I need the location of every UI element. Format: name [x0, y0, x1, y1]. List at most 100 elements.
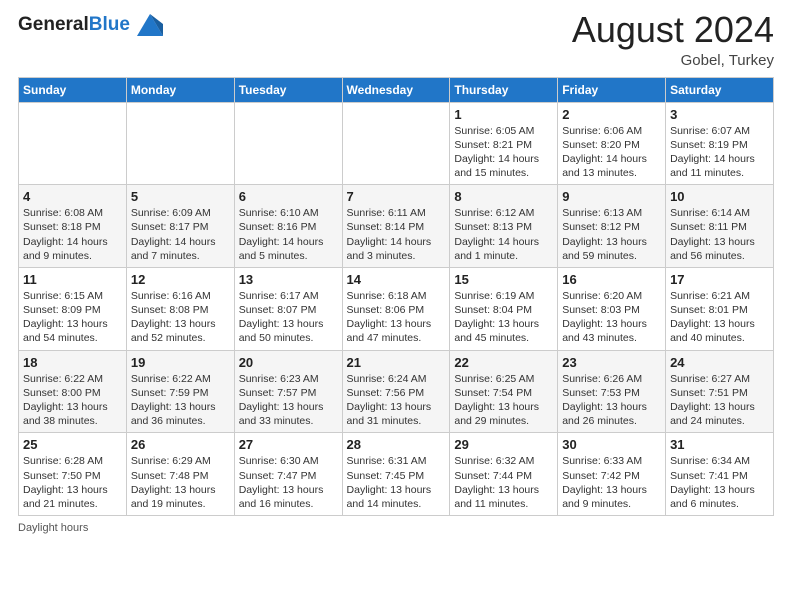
logo-general: General [18, 14, 89, 35]
calendar-cell: 10Sunrise: 6:14 AMSunset: 8:11 PMDayligh… [666, 185, 774, 268]
day-number: 25 [23, 437, 122, 452]
calendar-cell: 11Sunrise: 6:15 AMSunset: 8:09 PMDayligh… [19, 267, 127, 350]
calendar-header: SundayMondayTuesdayWednesdayThursdayFrid… [19, 77, 774, 102]
calendar: SundayMondayTuesdayWednesdayThursdayFrid… [18, 77, 774, 516]
header: GeneralBlue August 2024 Gobel, Turkey [18, 10, 774, 69]
day-info: Sunrise: 6:24 AMSunset: 7:56 PMDaylight:… [347, 372, 446, 429]
calendar-cell: 26 Sunrise: 6:29 AMSunset: 7:48 PMDayligh… [126, 433, 234, 516]
week-row-4: 18 Sunrise: 6:22 AMSunset: 8:00 PMDayligh… [19, 350, 774, 433]
day-header-friday: Friday [558, 77, 666, 102]
day-info: Sunrise: 6:25 AMSunset: 7:54 PMDaylight:… [454, 372, 553, 429]
day-info: Sunrise: 6:07 AMSunset: 8:19 PMDaylight:… [670, 124, 769, 181]
day-info: Sunrise: 6:11 AMSunset: 8:14 PMDaylight:… [347, 206, 446, 263]
calendar-cell [126, 102, 234, 185]
month-year: August 2024 [572, 10, 774, 50]
calendar-cell [342, 102, 450, 185]
day-number: 1 [454, 107, 553, 122]
calendar-cell: 6Sunrise: 6:10 AMSunset: 8:16 PMDaylight… [234, 185, 342, 268]
footer-note: Daylight hours [18, 522, 774, 534]
day-info: Sunrise: 6:34 AMSunset: 7:41 PMDaylight:… [670, 454, 769, 511]
calendar-cell: 27Sunrise: 6:30 AMSunset: 7:47 PMDayligh… [234, 433, 342, 516]
day-header-sunday: Sunday [19, 77, 127, 102]
day-number: 21 [347, 355, 446, 370]
calendar-cell: 3 Sunrise: 6:07 AMSunset: 8:19 PMDaylight… [666, 102, 774, 185]
week-row-5: 25 Sunrise: 6:28 AMSunset: 7:50 PMDayligh… [19, 433, 774, 516]
day-info: Sunrise: 6:21 AMSunset: 8:01 PMDaylight:… [670, 289, 769, 346]
day-info: Sunrise: 6:32 AMSunset: 7:44 PMDaylight:… [454, 454, 553, 511]
calendar-cell: 16 Sunrise: 6:20 AMSunset: 8:03 PMDayligh… [558, 267, 666, 350]
day-number: 16 [562, 272, 661, 287]
day-info: Sunrise: 6:18 AMSunset: 8:06 PMDaylight:… [347, 289, 446, 346]
calendar-cell: 15Sunrise: 6:19 AMSunset: 8:04 PMDayligh… [450, 267, 558, 350]
calendar-cell: 7 Sunrise: 6:11 AMSunset: 8:14 PMDaylight… [342, 185, 450, 268]
day-number: 27 [239, 437, 338, 452]
page: GeneralBlue August 2024 Gobel, Turkey Su… [0, 0, 792, 612]
calendar-cell: 2 Sunrise: 6:06 AMSunset: 8:20 PMDaylight… [558, 102, 666, 185]
day-info: Sunrise: 6:29 AMSunset: 7:48 PMDaylight:… [131, 454, 230, 511]
day-number: 14 [347, 272, 446, 287]
day-number: 31 [670, 437, 769, 452]
day-info: Sunrise: 6:05 AMSunset: 8:21 PMDaylight:… [454, 124, 553, 181]
calendar-cell: 31 Sunrise: 6:34 AMSunset: 7:41 PMDayligh… [666, 433, 774, 516]
day-info: Sunrise: 6:27 AMSunset: 7:51 PMDaylight:… [670, 372, 769, 429]
calendar-cell: 28Sunrise: 6:31 AMSunset: 7:45 PMDayligh… [342, 433, 450, 516]
day-number: 23 [562, 355, 661, 370]
day-number: 6 [239, 189, 338, 204]
day-number: 5 [131, 189, 230, 204]
day-info: Sunrise: 6:33 AMSunset: 7:42 PMDaylight:… [562, 454, 661, 511]
calendar-cell: 4Sunrise: 6:08 AMSunset: 8:18 PMDaylight… [19, 185, 127, 268]
day-info: Sunrise: 6:13 AMSunset: 8:12 PMDaylight:… [562, 206, 661, 263]
daylight-label: Daylight hours [18, 522, 88, 534]
day-number: 20 [239, 355, 338, 370]
day-info: Sunrise: 6:28 AMSunset: 7:50 PMDaylight:… [23, 454, 122, 511]
day-number: 11 [23, 272, 122, 287]
calendar-cell: 19Sunrise: 6:22 AMSunset: 7:59 PMDayligh… [126, 350, 234, 433]
calendar-cell: 8 Sunrise: 6:12 AMSunset: 8:13 PMDaylight… [450, 185, 558, 268]
day-info: Sunrise: 6:22 AMSunset: 8:00 PMDaylight:… [23, 372, 122, 429]
day-number: 3 [670, 107, 769, 122]
calendar-cell: 30 Sunrise: 6:33 AMSunset: 7:42 PMDayligh… [558, 433, 666, 516]
calendar-cell: 24Sunrise: 6:27 AMSunset: 7:51 PMDayligh… [666, 350, 774, 433]
calendar-cell: 17Sunrise: 6:21 AMSunset: 8:01 PMDayligh… [666, 267, 774, 350]
day-info: Sunrise: 6:08 AMSunset: 8:18 PMDaylight:… [23, 206, 122, 263]
week-row-3: 11Sunrise: 6:15 AMSunset: 8:09 PMDayligh… [19, 267, 774, 350]
day-info: Sunrise: 6:14 AMSunset: 8:11 PMDaylight:… [670, 206, 769, 263]
day-info: Sunrise: 6:09 AMSunset: 8:17 PMDaylight:… [131, 206, 230, 263]
calendar-cell [234, 102, 342, 185]
day-info: Sunrise: 6:12 AMSunset: 8:13 PMDaylight:… [454, 206, 553, 263]
day-number: 30 [562, 437, 661, 452]
day-number: 26 [131, 437, 230, 452]
calendar-cell: 22 Sunrise: 6:25 AMSunset: 7:54 PMDayligh… [450, 350, 558, 433]
day-info: Sunrise: 6:17 AMSunset: 8:07 PMDaylight:… [239, 289, 338, 346]
calendar-cell: 18 Sunrise: 6:22 AMSunset: 8:00 PMDayligh… [19, 350, 127, 433]
calendar-cell: 5 Sunrise: 6:09 AMSunset: 8:17 PMDaylight… [126, 185, 234, 268]
day-info: Sunrise: 6:26 AMSunset: 7:53 PMDaylight:… [562, 372, 661, 429]
day-header-monday: Monday [126, 77, 234, 102]
calendar-cell: 25 Sunrise: 6:28 AMSunset: 7:50 PMDayligh… [19, 433, 127, 516]
day-header-tuesday: Tuesday [234, 77, 342, 102]
day-info: Sunrise: 6:31 AMSunset: 7:45 PMDaylight:… [347, 454, 446, 511]
title-area: August 2024 Gobel, Turkey [572, 10, 774, 69]
day-number: 18 [23, 355, 122, 370]
day-info: Sunrise: 6:20 AMSunset: 8:03 PMDaylight:… [562, 289, 661, 346]
day-number: 19 [131, 355, 230, 370]
calendar-cell: 9 Sunrise: 6:13 AMSunset: 8:12 PMDaylight… [558, 185, 666, 268]
day-number: 22 [454, 355, 553, 370]
day-number: 15 [454, 272, 553, 287]
day-number: 13 [239, 272, 338, 287]
day-number: 7 [347, 189, 446, 204]
logo: GeneralBlue [18, 14, 163, 36]
day-number: 8 [454, 189, 553, 204]
day-info: Sunrise: 6:06 AMSunset: 8:20 PMDaylight:… [562, 124, 661, 181]
day-number: 2 [562, 107, 661, 122]
day-header-thursday: Thursday [450, 77, 558, 102]
logo-icon [137, 14, 163, 36]
day-number: 29 [454, 437, 553, 452]
day-number: 9 [562, 189, 661, 204]
calendar-cell: 23 Sunrise: 6:26 AMSunset: 7:53 PMDayligh… [558, 350, 666, 433]
day-info: Sunrise: 6:16 AMSunset: 8:08 PMDaylight:… [131, 289, 230, 346]
header-row: SundayMondayTuesdayWednesdayThursdayFrid… [19, 77, 774, 102]
day-header-saturday: Saturday [666, 77, 774, 102]
calendar-cell: 1 Sunrise: 6:05 AMSunset: 8:21 PMDaylight… [450, 102, 558, 185]
calendar-cell: 20Sunrise: 6:23 AMSunset: 7:57 PMDayligh… [234, 350, 342, 433]
